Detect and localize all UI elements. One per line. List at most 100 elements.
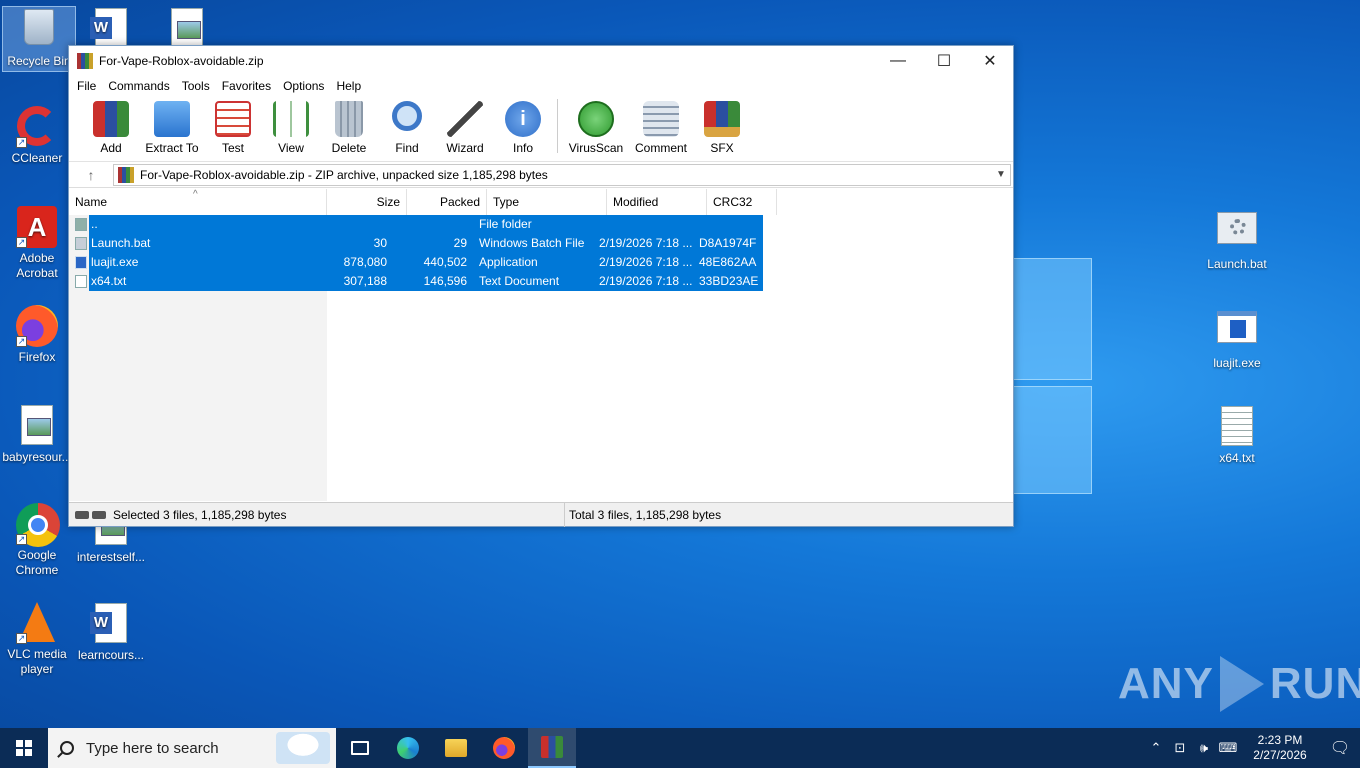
add-archive-icon [93, 101, 129, 137]
desktop-icon-firefox[interactable]: ↗ Firefox [0, 305, 74, 365]
archive-path-text: For-Vape-Roblox-avoidable.zip - ZIP arch… [140, 167, 548, 182]
task-view-button[interactable] [336, 728, 384, 768]
window-titlebar[interactable]: For-Vape-Roblox-avoidable.zip — ☐ ✕ [69, 46, 1013, 76]
desktop-icon-launch-bat[interactable]: Launch.bat [1200, 208, 1274, 272]
desktop-icon-luajit-exe[interactable]: luajit.exe [1200, 307, 1274, 371]
file-explorer-icon [445, 739, 467, 757]
volume-icon[interactable]: 🕪 [1192, 740, 1216, 756]
menu-tools[interactable]: Tools [176, 79, 216, 93]
taskbar-file-explorer[interactable] [432, 728, 480, 768]
drive-icons[interactable] [69, 510, 113, 519]
menu-favorites[interactable]: Favorites [216, 79, 277, 93]
status-bar: Selected 3 files, 1,185,298 bytes Total … [69, 502, 1013, 527]
maximize-button[interactable]: ☐ [921, 46, 967, 76]
status-total: Total 3 files, 1,185,298 bytes [569, 507, 722, 522]
folder-icon [75, 218, 87, 231]
taskbar-edge[interactable] [384, 728, 432, 768]
comment-icon [643, 101, 679, 137]
wizard-wand-icon [447, 101, 483, 137]
batch-file-icon [75, 237, 87, 250]
delete-button[interactable]: Delete [321, 101, 377, 155]
menu-bar: File Commands Tools Favorites Options He… [69, 76, 1013, 96]
system-tray: ⌃ ⊡ 🕪 ⌨ 2:23 PM 2/27/2026 🗨 [1144, 728, 1360, 768]
word-doc-icon [90, 8, 132, 50]
notification-icon[interactable]: 🗨 [1320, 738, 1360, 758]
up-arrow-icon[interactable]: ↑ [69, 167, 113, 183]
taskbar-search[interactable]: Type here to search [48, 728, 336, 768]
menu-help[interactable]: Help [330, 79, 367, 93]
toolbar: Add Extract To Test View Delete Find Wiz… [69, 96, 1013, 162]
column-crc32[interactable]: CRC32 [707, 189, 777, 215]
drive-icon [75, 510, 89, 519]
test-checklist-icon [215, 101, 251, 137]
column-modified[interactable]: Modified [607, 189, 707, 215]
toolbar-separator [557, 98, 558, 153]
task-view-icon [351, 741, 369, 755]
windows-start-icon [16, 740, 32, 756]
add-button[interactable]: Add [83, 101, 139, 155]
text-file-icon [1216, 406, 1258, 448]
word-doc-icon [90, 603, 132, 645]
batch-file-icon [1216, 212, 1258, 254]
table-row[interactable]: .. File folder [75, 215, 763, 234]
status-selected: Selected 3 files, 1,185,298 bytes [113, 502, 565, 527]
table-row[interactable]: x64.txt 307,188 146,596 Text Document 2/… [75, 272, 763, 291]
address-bar: ↑ For-Vape-Roblox-avoidable.zip - ZIP ar… [69, 162, 1013, 188]
desktop-icon-vlc[interactable]: ↗ VLC media player [0, 602, 74, 677]
menu-commands[interactable]: Commands [102, 79, 175, 93]
table-row[interactable]: luajit.exe 878,080 440,502 Application 2… [75, 253, 763, 272]
column-size[interactable]: Size [327, 189, 407, 215]
archive-path-field[interactable]: For-Vape-Roblox-avoidable.zip - ZIP arch… [113, 163, 1011, 186]
column-packed[interactable]: Packed [407, 189, 487, 215]
info-icon: i [505, 101, 541, 137]
language-icon[interactable]: ⌨ [1216, 740, 1240, 756]
chrome-icon: ↗ [16, 503, 60, 547]
comment-button[interactable]: Comment [630, 101, 692, 155]
find-button[interactable]: Find [379, 101, 435, 155]
virusscan-button[interactable]: VirusScan [564, 101, 628, 155]
desktop-icon-adobe-acrobat[interactable]: A ↗ Adobe Acrobat [0, 206, 74, 281]
table-row[interactable]: Launch.bat 30 29 Windows Batch File 2/19… [75, 234, 763, 253]
ccleaner-icon: ↗ [16, 106, 58, 148]
image-file-icon [166, 8, 208, 50]
info-button[interactable]: i Info [495, 101, 551, 155]
sfx-button[interactable]: SFX [694, 101, 750, 155]
chevron-down-icon[interactable]: ▼ [992, 169, 1010, 180]
extract-to-button[interactable]: Extract To [141, 101, 203, 155]
search-placeholder: Type here to search [86, 739, 219, 757]
desktop-icon-google-chrome[interactable]: ↗ Google Chrome [0, 503, 74, 578]
taskbar-winrar[interactable] [528, 728, 576, 768]
play-icon [1219, 656, 1264, 712]
network-icon[interactable]: ⊡ [1168, 740, 1192, 756]
desktop-icon-x64-txt[interactable]: x64.txt [1200, 406, 1274, 466]
close-button[interactable]: ✕ [967, 46, 1013, 76]
desktop-icon-ccleaner[interactable]: ↗ CCleaner [0, 106, 74, 166]
sort-caret-icon: ^ [193, 189, 198, 200]
test-button[interactable]: Test [205, 101, 261, 155]
edge-icon [397, 737, 419, 759]
exe-file-icon [75, 256, 87, 269]
desktop-icon-learncours[interactable]: learncours... [74, 603, 148, 663]
column-name[interactable]: Name ^ [69, 189, 327, 215]
text-file-icon [75, 275, 87, 288]
clock[interactable]: 2:23 PM 2/27/2026 [1240, 733, 1320, 763]
menu-file[interactable]: File [71, 79, 102, 93]
vlc-icon: ↗ [16, 602, 58, 644]
window-title: For-Vape-Roblox-avoidable.zip [99, 54, 264, 68]
file-list-header: Name ^ Size Packed Type Modified CRC32 [69, 189, 777, 215]
file-list[interactable]: Name ^ Size Packed Type Modified CRC32 ..… [69, 189, 1013, 501]
column-type[interactable]: Type [487, 189, 607, 215]
menu-options[interactable]: Options [277, 79, 330, 93]
exe-file-icon [1216, 311, 1258, 353]
view-button[interactable]: View [263, 101, 319, 155]
start-button[interactable] [0, 728, 48, 768]
desktop-icon-recycle-bin[interactable]: Recycle Bin [2, 6, 76, 72]
taskbar-firefox[interactable] [480, 728, 528, 768]
desktop-icon-babyresour[interactable]: babyresour... [0, 405, 74, 465]
extract-folder-icon [154, 101, 190, 137]
winrar-window[interactable]: For-Vape-Roblox-avoidable.zip — ☐ ✕ File… [68, 45, 1014, 527]
chevron-up-icon[interactable]: ⌃ [1144, 740, 1168, 756]
winrar-icon [118, 166, 134, 183]
wizard-button[interactable]: Wizard [437, 101, 493, 155]
minimize-button[interactable]: — [875, 46, 921, 76]
